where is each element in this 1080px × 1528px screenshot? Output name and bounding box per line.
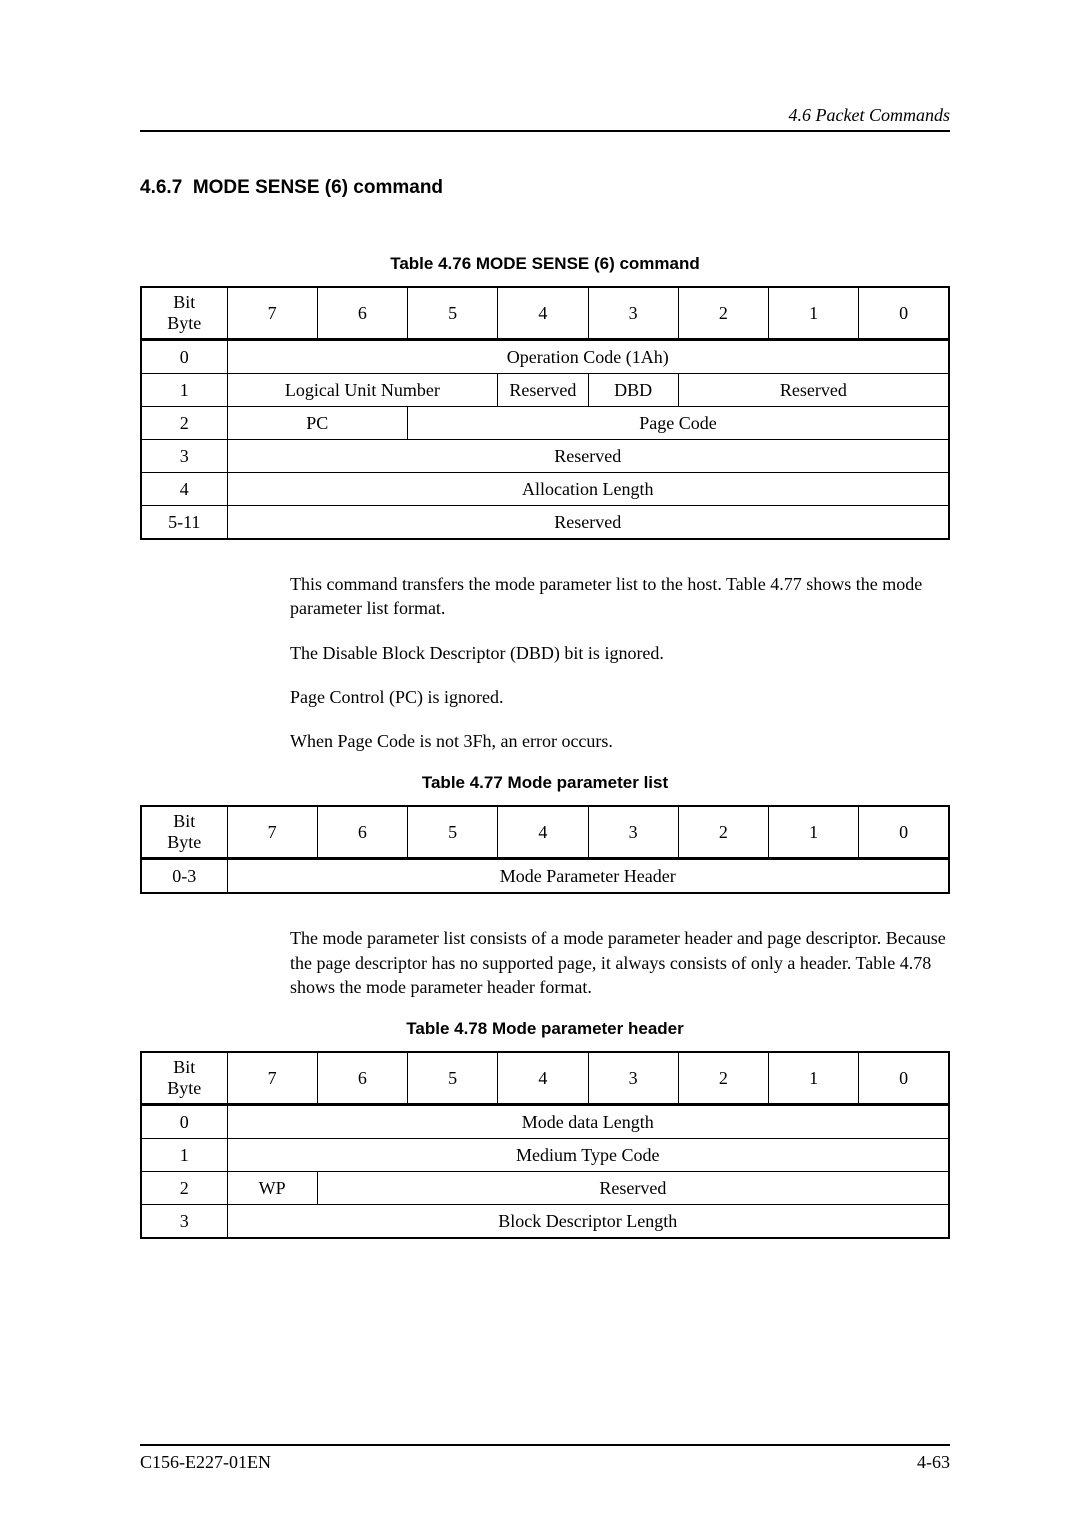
table-header-bitbyte: Bit Byte <box>141 806 227 859</box>
bit-col-4: 4 <box>498 287 588 340</box>
mode-data-length-cell: Mode data Length <box>227 1105 949 1139</box>
byte-cell: 0 <box>141 1105 227 1139</box>
allocation-length-cell: Allocation Length <box>227 473 949 506</box>
paragraph: This command transfers the mode paramete… <box>290 572 950 621</box>
reserved-cell: Reserved <box>317 1172 949 1205</box>
running-header: 4.6 Packet Commands <box>140 105 950 126</box>
bit-col-2: 2 <box>678 1052 768 1105</box>
bit-col-0: 0 <box>859 806 949 859</box>
section-number: 4.6.7 <box>140 177 182 198</box>
bit-col-5: 5 <box>408 806 498 859</box>
doc-id: C156-E227-01EN <box>140 1452 271 1473</box>
bit-col-1: 1 <box>769 806 859 859</box>
byte-cell: 5-11 <box>141 506 227 540</box>
table-row: 2 PC Page Code <box>141 407 949 440</box>
table-76-caption: Table 4.76 MODE SENSE (6) command <box>140 254 950 274</box>
byte-cell: 3 <box>141 440 227 473</box>
bit-col-2: 2 <box>678 806 768 859</box>
header-rule <box>140 130 950 132</box>
bit-col-1: 1 <box>769 1052 859 1105</box>
table-row: 1 Logical Unit Number Reserved DBD Reser… <box>141 374 949 407</box>
byte-cell: 3 <box>141 1205 227 1239</box>
bit-col-7: 7 <box>227 806 317 859</box>
bit-col-4: 4 <box>498 806 588 859</box>
medium-type-cell: Medium Type Code <box>227 1139 949 1172</box>
bit-col-5: 5 <box>408 287 498 340</box>
bit-col-1: 1 <box>769 287 859 340</box>
paragraph: When Page Code is not 3Fh, an error occu… <box>290 729 950 753</box>
table-row: 4 Allocation Length <box>141 473 949 506</box>
bit-col-6: 6 <box>317 287 407 340</box>
byte-cell: 1 <box>141 1139 227 1172</box>
page-number: 4-63 <box>917 1452 950 1473</box>
bit-col-2: 2 <box>678 287 768 340</box>
bit-col-5: 5 <box>408 1052 498 1105</box>
byte-cell: 0 <box>141 340 227 374</box>
table-row: 3 Block Descriptor Length <box>141 1205 949 1239</box>
byte-cell: 4 <box>141 473 227 506</box>
bit-col-3: 3 <box>588 1052 678 1105</box>
table-header-bitbyte: Bit Byte <box>141 1052 227 1105</box>
reserved-cell: Reserved <box>498 374 588 407</box>
table-row: 1 Medium Type Code <box>141 1139 949 1172</box>
byte-cell: 2 <box>141 1172 227 1205</box>
pagecode-cell: Page Code <box>408 407 950 440</box>
bit-col-7: 7 <box>227 287 317 340</box>
table-78-caption: Table 4.78 Mode parameter header <box>140 1019 950 1039</box>
bit-col-0: 0 <box>859 287 949 340</box>
table-row: 2 WP Reserved <box>141 1172 949 1205</box>
pc-cell: PC <box>227 407 408 440</box>
wp-cell: WP <box>227 1172 317 1205</box>
table-row: 3 Reserved <box>141 440 949 473</box>
byte-cell: 1 <box>141 374 227 407</box>
bit-col-3: 3 <box>588 287 678 340</box>
section-title: MODE SENSE (6) command <box>193 177 443 198</box>
mode-param-header-cell: Mode Parameter Header <box>227 859 949 894</box>
opcode-cell: Operation Code (1Ah) <box>227 340 949 374</box>
section-heading: 4.6.7 MODE SENSE (6) command <box>140 177 950 199</box>
reserved-cell: Reserved <box>678 374 949 407</box>
dbd-cell: DBD <box>588 374 678 407</box>
footer-rule <box>140 1444 950 1446</box>
bit-col-4: 4 <box>498 1052 588 1105</box>
table-76: Bit Byte 7 6 5 4 3 2 1 0 0 Operation Cod… <box>140 286 950 540</box>
table-row: 0 Mode data Length <box>141 1105 949 1139</box>
byte-cell: 2 <box>141 407 227 440</box>
page: 4.6 Packet Commands 4.6.7 MODE SENSE (6)… <box>0 0 1080 1528</box>
table-78: Bit Byte 7 6 5 4 3 2 1 0 0 Mode data Len… <box>140 1051 950 1239</box>
bit-col-6: 6 <box>317 806 407 859</box>
reserved-cell: Reserved <box>227 440 949 473</box>
paragraph: The Disable Block Descriptor (DBD) bit i… <box>290 641 950 665</box>
bit-col-3: 3 <box>588 806 678 859</box>
bit-col-0: 0 <box>859 1052 949 1105</box>
lun-cell: Logical Unit Number <box>227 374 498 407</box>
bit-col-6: 6 <box>317 1052 407 1105</box>
paragraph: Page Control (PC) is ignored. <box>290 685 950 709</box>
paragraph: The mode parameter list consists of a mo… <box>290 926 950 999</box>
bit-col-7: 7 <box>227 1052 317 1105</box>
reserved-cell: Reserved <box>227 506 949 540</box>
table-row: 0 Operation Code (1Ah) <box>141 340 949 374</box>
byte-cell: 0-3 <box>141 859 227 894</box>
block-descriptor-length-cell: Block Descriptor Length <box>227 1205 949 1239</box>
table-row: 0-3 Mode Parameter Header <box>141 859 949 894</box>
table-header-bitbyte: Bit Byte <box>141 287 227 340</box>
table-row: 5-11 Reserved <box>141 506 949 540</box>
page-footer: C156-E227-01EN 4-63 <box>140 1444 950 1473</box>
table-77-caption: Table 4.77 Mode parameter list <box>140 773 950 793</box>
table-77: Bit Byte 7 6 5 4 3 2 1 0 0-3 Mode Parame… <box>140 805 950 894</box>
